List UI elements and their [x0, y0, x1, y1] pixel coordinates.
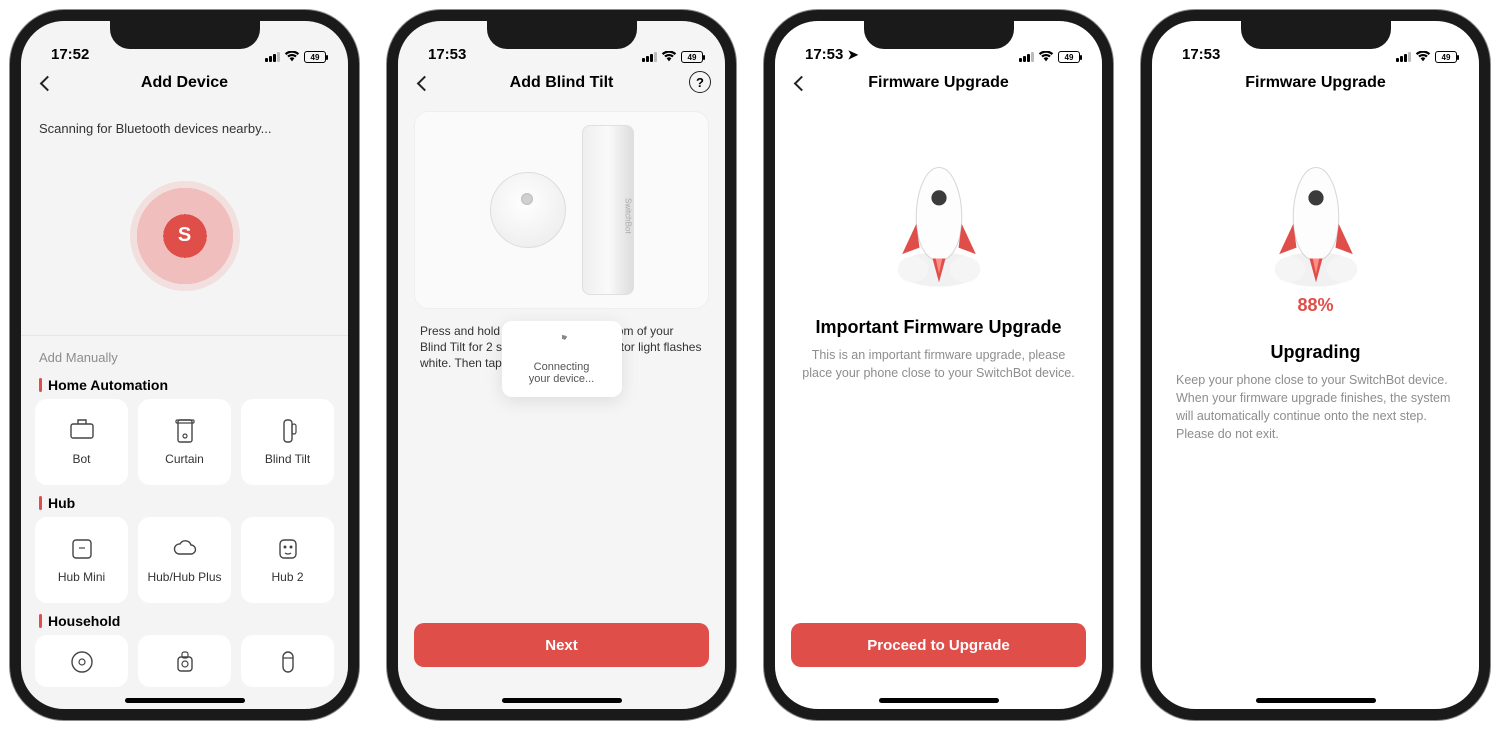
device-tile-hub-2[interactable]: Hub 2 — [241, 517, 334, 603]
firmware-body: This is an important firmware upgrade, p… — [775, 338, 1102, 382]
home-indicator[interactable] — [879, 698, 999, 703]
next-button[interactable]: Next — [414, 623, 709, 667]
clock: 17:52 — [51, 46, 89, 63]
nav-header: Add Blind Tilt ? — [398, 65, 725, 101]
firmware-heading: Important Firmware Upgrade — [815, 317, 1061, 338]
phone-firmware-prompt: 17:53 ➤ 49 Firmware Upgrade Important Fi… — [764, 10, 1113, 720]
cellular-icon — [642, 52, 657, 62]
scan-pulse-icon: S — [130, 181, 240, 291]
device-tile-curtain[interactable]: Curtain — [138, 399, 231, 485]
page-title: Firmware Upgrade — [868, 74, 1008, 92]
battery-icon: 49 — [1058, 51, 1080, 63]
phone-add-device: 17:52 49 Add Device Scanning for Bluetoo… — [10, 10, 359, 720]
location-icon: ➤ — [848, 47, 859, 62]
curtain-icon — [170, 418, 200, 444]
firmware-body: Keep your phone close to your SwitchBot … — [1152, 363, 1479, 444]
cellular-icon — [1019, 52, 1034, 62]
tile-label: Curtain — [165, 452, 204, 466]
section-home-automation: Home Automation — [21, 367, 348, 399]
section-hub: Hub — [21, 485, 348, 517]
nav-header: Firmware Upgrade — [775, 65, 1102, 101]
scanning-label: Scanning for Bluetooth devices nearby... — [21, 101, 348, 136]
phone-add-blind-tilt: 17:53 49 Add Blind Tilt ? SwitchBot Pres… — [387, 10, 736, 720]
lock-icon — [170, 649, 200, 675]
wifi-icon — [1415, 51, 1431, 62]
wifi-icon — [661, 51, 677, 62]
connecting-toast: Connecting your device... — [502, 321, 622, 397]
spinner-icon — [553, 335, 571, 353]
cellular-icon — [265, 52, 280, 62]
hub2-icon — [273, 536, 303, 562]
proceed-upgrade-button[interactable]: Proceed to Upgrade — [791, 623, 1086, 667]
help-button[interactable]: ? — [689, 71, 711, 93]
device-tile-hub-mini[interactable]: Hub Mini — [35, 517, 128, 603]
product-illustration: SwitchBot — [414, 111, 709, 309]
cellular-icon — [1396, 52, 1411, 62]
add-manually-label: Add Manually — [21, 336, 348, 367]
device-tile-household-1[interactable] — [35, 635, 128, 687]
firmware-heading: Upgrading — [1271, 342, 1361, 363]
home-indicator[interactable] — [1256, 698, 1376, 703]
clock: 17:53 — [1182, 46, 1220, 63]
rocket-icon — [884, 161, 994, 291]
device-tile-household-3[interactable] — [241, 635, 334, 687]
device-tile-blind-tilt[interactable]: Blind Tilt — [241, 399, 334, 485]
back-button[interactable] — [412, 71, 436, 95]
blind-tilt-icon — [273, 418, 303, 444]
scanning-indicator: S — [21, 136, 348, 336]
tile-label: Blind Tilt — [265, 452, 310, 466]
connecting-sub: your device... — [510, 373, 614, 385]
vacuum-icon — [67, 649, 97, 675]
phone-firmware-upgrading: 17:53 49 Firmware Upgrade 88% Upgrading … — [1141, 10, 1490, 720]
device-tile-hub-plus[interactable]: Hub/Hub Plus — [138, 517, 231, 603]
sensor-icon — [273, 649, 303, 675]
clock: 17:53 — [428, 46, 466, 63]
cloud-icon — [170, 536, 200, 562]
device-tile-household-2[interactable] — [138, 635, 231, 687]
nav-header: Firmware Upgrade — [1152, 65, 1479, 101]
bot-icon — [67, 418, 97, 444]
back-button[interactable] — [789, 71, 813, 95]
tile-label: Hub/Hub Plus — [147, 570, 221, 584]
hub-mini-icon — [67, 536, 97, 562]
nav-header: Add Device — [21, 65, 348, 101]
home-indicator[interactable] — [502, 698, 622, 703]
knob-icon — [490, 172, 566, 248]
section-household: Household — [21, 603, 348, 635]
rocket-icon — [1261, 161, 1371, 291]
upgrade-percent: 88% — [1297, 295, 1333, 316]
tile-label: Bot — [72, 452, 90, 466]
page-title: Firmware Upgrade — [1245, 74, 1385, 92]
back-button[interactable] — [35, 71, 59, 95]
tile-label: Hub Mini — [58, 570, 105, 584]
clock: 17:53 ➤ — [805, 46, 858, 63]
home-indicator[interactable] — [125, 698, 245, 703]
rod-icon: SwitchBot — [582, 125, 634, 295]
battery-icon: 49 — [681, 51, 703, 63]
wifi-icon — [1038, 51, 1054, 62]
wifi-icon — [284, 51, 300, 62]
connecting-title: Connecting — [510, 361, 614, 373]
battery-icon: 49 — [1435, 51, 1457, 63]
device-tile-bot[interactable]: Bot — [35, 399, 128, 485]
page-title: Add Device — [141, 74, 228, 92]
battery-icon: 49 — [304, 51, 326, 63]
page-title: Add Blind Tilt — [510, 74, 614, 92]
tile-label: Hub 2 — [271, 570, 303, 584]
